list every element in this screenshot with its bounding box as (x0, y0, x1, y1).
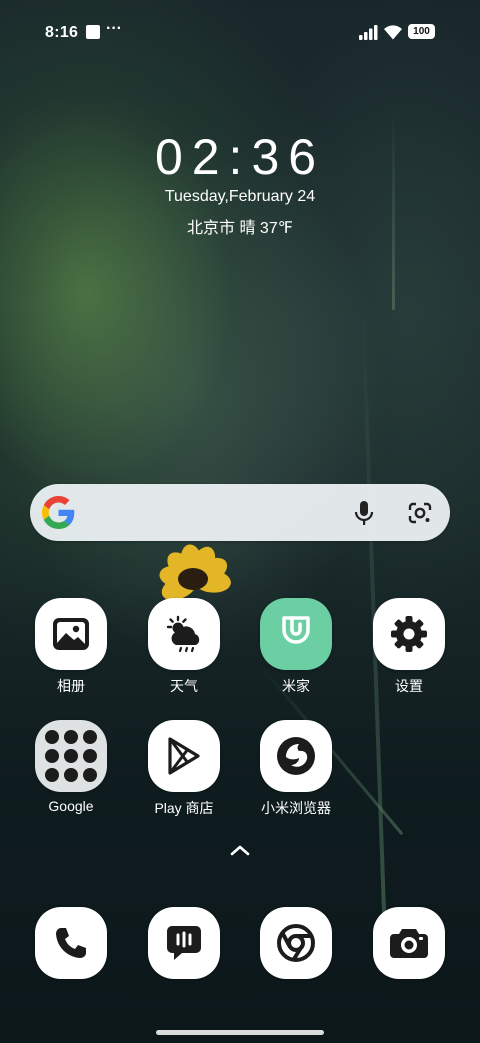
battery-icon: 100 (408, 24, 435, 39)
gesture-nav-handle[interactable] (156, 1030, 324, 1035)
weather-icon (148, 598, 220, 670)
app-gallery[interactable]: 相册 (21, 598, 121, 696)
gallery-icon (35, 598, 107, 670)
photos-icon (45, 768, 59, 782)
app-mi-browser[interactable]: 小米浏览器 (246, 720, 346, 818)
notification-square-icon (86, 25, 100, 39)
wifi-icon (384, 25, 402, 40)
app-label: 天气 (170, 678, 198, 694)
app-label: 相册 (57, 678, 85, 694)
app-play-store[interactable]: Play 商店 (134, 720, 234, 818)
microphone-icon[interactable] (352, 500, 376, 526)
mi-browser-icon (260, 720, 332, 792)
duo-icon (83, 749, 97, 763)
youtube-icon (45, 749, 59, 763)
drive-icon (64, 749, 78, 763)
dock-phone[interactable] (21, 907, 121, 979)
app-mi-home[interactable]: 米家 (246, 598, 346, 696)
google-search-bar[interactable] (30, 484, 450, 541)
mi-home-icon (260, 598, 332, 670)
signal-icon (359, 25, 378, 40)
clock-date[interactable]: Tuesday,February 24 (0, 188, 480, 206)
clock-weather[interactable]: 北京市 晴 37℉ (0, 214, 480, 238)
camera-icon (373, 907, 445, 979)
play-store-icon (148, 720, 220, 792)
dock-chrome[interactable] (246, 907, 346, 979)
chrome-icon (260, 907, 332, 979)
google-lens-icon[interactable] (407, 501, 433, 525)
app-label: 小米浏览器 (261, 800, 331, 816)
contacts-icon (83, 768, 97, 782)
maps-icon (83, 730, 97, 744)
google-app-icon (45, 730, 59, 744)
status-bar: 8:16 ··· 100 (0, 0, 480, 64)
app-weather[interactable]: 天气 (134, 598, 234, 696)
app-label: Play 商店 (154, 800, 214, 816)
app-label: Google (48, 798, 94, 814)
app-label: 米家 (282, 678, 310, 694)
chevron-up-icon[interactable] (229, 843, 251, 857)
phone-icon (35, 907, 107, 979)
google-folder-icon (35, 720, 107, 792)
dock-messages[interactable] (134, 907, 234, 979)
app-label: 设置 (395, 678, 423, 694)
settings-gear-icon (373, 598, 445, 670)
app-google-folder[interactable]: Google (21, 720, 121, 814)
clock-time[interactable]: 02:36 (0, 128, 480, 186)
messages-icon (148, 907, 220, 979)
gmail-icon (64, 730, 78, 744)
assistant-icon (64, 768, 78, 782)
more-notifications-indicator: ··· (106, 20, 122, 37)
google-g-icon (42, 496, 75, 529)
status-time: 8:16 (45, 24, 79, 41)
app-settings[interactable]: 设置 (359, 598, 459, 696)
dock-camera[interactable] (359, 907, 459, 979)
